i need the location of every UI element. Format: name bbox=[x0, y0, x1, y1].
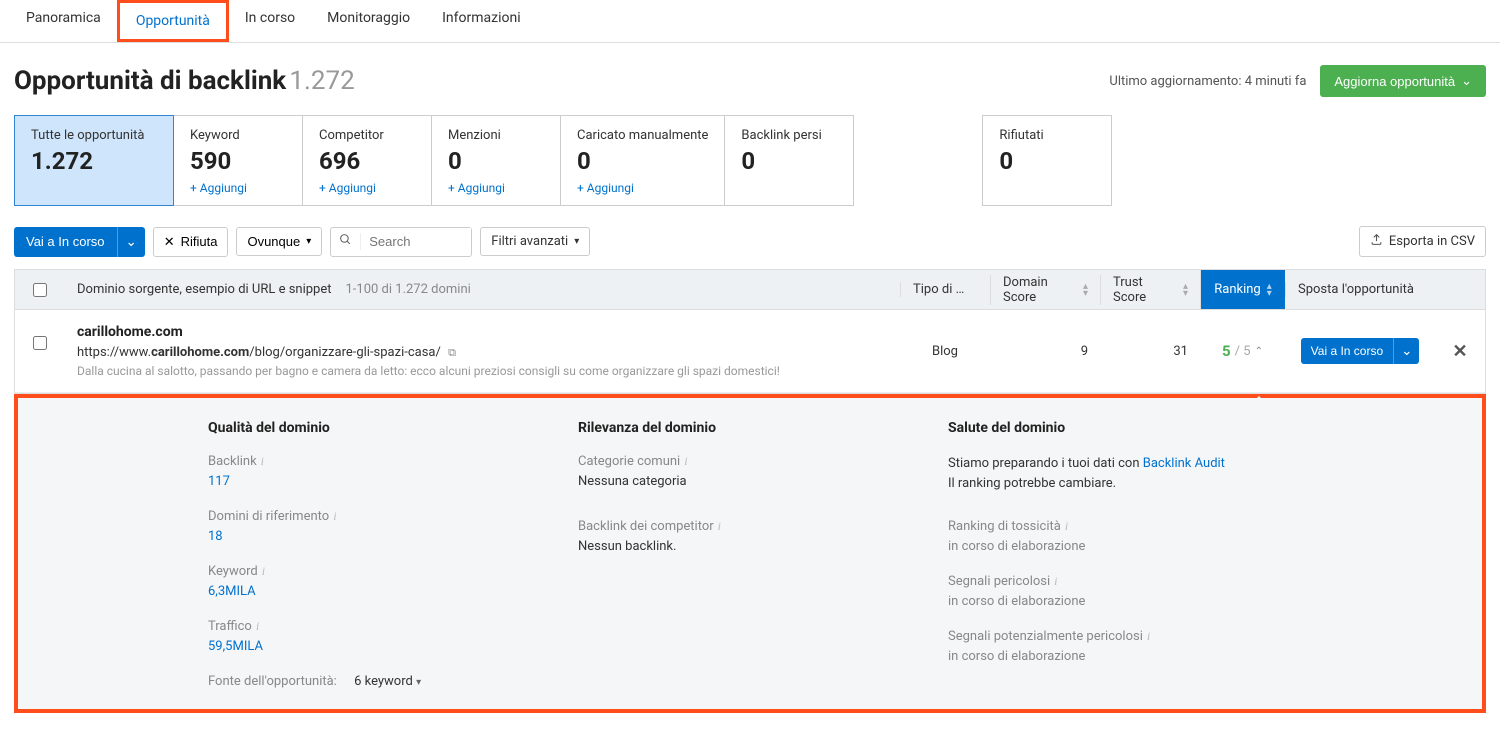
sort-icon: ▴▾ bbox=[1083, 283, 1088, 297]
source-label: Fonte dell'opportunità: bbox=[208, 674, 337, 689]
tab-in-corso[interactable]: In corso bbox=[229, 0, 311, 42]
tab-panoramica[interactable]: Panoramica bbox=[10, 0, 117, 42]
card-manual[interactable]: Caricato manualmente 0 + Aggiungi bbox=[560, 115, 725, 206]
domain-name: carillohome.com bbox=[77, 324, 880, 340]
health-heading: Salute del dominio bbox=[948, 420, 1368, 436]
page-count: 1.272 bbox=[289, 66, 354, 96]
range-label: 1-100 di 1.272 domini bbox=[346, 282, 471, 297]
categories-value: Nessuna categoria bbox=[578, 474, 948, 489]
col-ranking[interactable]: Ranking ▴▾ bbox=[1200, 270, 1285, 309]
refdomains-value[interactable]: 18 bbox=[208, 529, 578, 544]
cell-trust-score: 31 bbox=[1100, 324, 1200, 378]
search-icon bbox=[331, 233, 361, 250]
chevron-down-icon: ▾ bbox=[416, 677, 421, 688]
info-icon[interactable]: i bbox=[262, 564, 265, 579]
sort-icon: ▴▾ bbox=[1183, 283, 1188, 297]
competitor-backlinks-value: Nessun backlink. bbox=[578, 539, 948, 554]
last-update-text: Ultimo aggiornamento: 4 minuti fa bbox=[1109, 74, 1306, 89]
search-input[interactable] bbox=[361, 228, 471, 255]
close-icon: ✕ bbox=[164, 234, 175, 250]
card-all[interactable]: Tutte le opportunità 1.272 bbox=[14, 115, 174, 206]
col-tipo[interactable]: Tipo di … bbox=[900, 282, 990, 297]
sort-icon: ▴▾ bbox=[1267, 283, 1272, 297]
page-title: Opportunità di backlink bbox=[14, 66, 286, 96]
col-trust-score[interactable]: Trust Score ▴▾ bbox=[1100, 275, 1200, 305]
chevron-down-icon: ⌄ bbox=[126, 234, 137, 249]
add-mentions-link[interactable]: + Aggiungi bbox=[448, 181, 544, 195]
info-icon[interactable]: i bbox=[718, 519, 721, 534]
table-header: Dominio sorgente, esempio di URL e snipp… bbox=[15, 270, 1485, 310]
chevron-down-icon: ▾ bbox=[574, 236, 579, 247]
stat-cards: Tutte le opportunità 1.272 Keyword 590 +… bbox=[0, 115, 1500, 226]
keyword-value[interactable]: 6,3MILA bbox=[208, 584, 578, 599]
chevron-down-icon: ⌄ bbox=[1401, 343, 1412, 358]
cell-tipo: Blog bbox=[900, 324, 990, 378]
anywhere-dropdown[interactable]: Ovunque ▾ bbox=[236, 227, 322, 256]
relevance-heading: Rilevanza del dominio bbox=[578, 420, 948, 436]
table-row: carillohome.com https://www.carillohome.… bbox=[15, 310, 1485, 393]
toxicity-value: in corso di elaborazione bbox=[948, 539, 1368, 554]
main-tabs: Panoramica Opportunità In corso Monitora… bbox=[0, 0, 1500, 43]
row-close-button[interactable]: ✕ bbox=[1435, 324, 1485, 378]
snippet-text: Dalla cucina al salotto, passando per ba… bbox=[77, 364, 880, 378]
tab-monitoraggio[interactable]: Monitoraggio bbox=[311, 0, 426, 42]
add-keyword-link[interactable]: + Aggiungi bbox=[190, 181, 286, 195]
dangerous-signals-value: in corso di elaborazione bbox=[948, 594, 1368, 609]
backlink-value[interactable]: 117 bbox=[208, 474, 578, 489]
chevron-down-icon: ⌄ bbox=[1461, 73, 1472, 89]
reject-button[interactable]: ✕ Rifiuta bbox=[153, 227, 229, 257]
card-rejected[interactable]: Rifiutati 0 bbox=[982, 115, 1112, 206]
go-in-progress-button[interactable]: Vai a In corso bbox=[14, 227, 117, 257]
card-competitor[interactable]: Competitor 696 + Aggiungi bbox=[302, 115, 432, 206]
go-in-progress-caret[interactable]: ⌄ bbox=[117, 227, 145, 257]
card-mentions[interactable]: Menzioni 0 + Aggiungi bbox=[431, 115, 561, 206]
info-icon[interactable]: i bbox=[256, 619, 259, 634]
detail-panel: Qualità del dominio Backlinki 117 Domini… bbox=[18, 398, 1482, 709]
info-icon[interactable]: i bbox=[1054, 574, 1057, 589]
card-lost[interactable]: Backlink persi 0 bbox=[724, 115, 854, 206]
backlink-audit-link[interactable]: Backlink Audit bbox=[1143, 456, 1225, 471]
quality-heading: Qualità del dominio bbox=[208, 420, 578, 436]
col-domain-score[interactable]: Domain Score ▴▾ bbox=[990, 275, 1100, 305]
traffic-value[interactable]: 59,5MILA bbox=[208, 639, 578, 654]
col-url-label: Dominio sorgente, esempio di URL e snipp… bbox=[77, 282, 332, 297]
row-go-in-progress-button[interactable]: Vai a In corso bbox=[1301, 338, 1393, 364]
refresh-button[interactable]: Aggiorna opportunità ⌄ bbox=[1320, 65, 1486, 97]
info-icon[interactable]: i bbox=[261, 454, 264, 469]
source-dropdown[interactable]: 6 keyword ▾ bbox=[354, 674, 421, 689]
add-competitor-link[interactable]: + Aggiungi bbox=[319, 181, 415, 195]
cell-domain-score: 9 bbox=[990, 324, 1100, 378]
potentially-dangerous-value: in corso di elaborazione bbox=[948, 649, 1368, 664]
card-keyword[interactable]: Keyword 590 + Aggiungi bbox=[173, 115, 303, 206]
info-icon[interactable]: i bbox=[684, 454, 687, 469]
col-move: Sposta l'opportunità bbox=[1285, 282, 1435, 297]
row-go-caret[interactable]: ⌄ bbox=[1393, 338, 1419, 364]
info-icon[interactable]: i bbox=[1065, 519, 1068, 534]
advanced-filters-button[interactable]: Filtri avanzati ▾ bbox=[480, 227, 590, 256]
export-csv-button[interactable]: Esporta in CSV bbox=[1359, 226, 1486, 257]
chevron-up-icon: ⌃ bbox=[1255, 346, 1263, 357]
tab-informazioni[interactable]: Informazioni bbox=[426, 0, 537, 42]
select-all-checkbox[interactable] bbox=[33, 283, 47, 297]
cell-ranking[interactable]: 5 / 5 ⌃ bbox=[1200, 324, 1285, 378]
url-link[interactable]: https://www.carillohome.com/blog/organiz… bbox=[77, 345, 880, 360]
info-icon[interactable]: i bbox=[1147, 629, 1150, 644]
chevron-down-icon: ▾ bbox=[306, 236, 311, 247]
upload-icon bbox=[1370, 233, 1383, 250]
external-link-icon: ⧉ bbox=[448, 346, 456, 359]
add-manual-link[interactable]: + Aggiungi bbox=[577, 181, 708, 195]
row-checkbox[interactable] bbox=[33, 336, 47, 350]
tab-opportunita[interactable]: Opportunità bbox=[117, 0, 229, 42]
info-icon[interactable]: i bbox=[333, 509, 336, 524]
